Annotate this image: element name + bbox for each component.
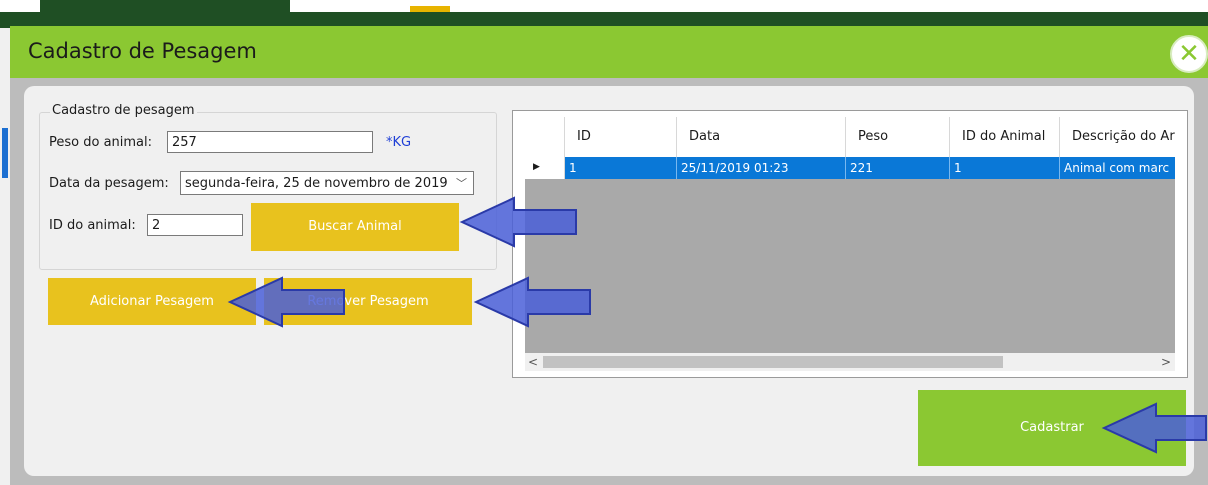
cell-data[interactable]: 25/11/2019 01:23 xyxy=(677,157,846,179)
buscar-animal-button[interactable]: Buscar Animal xyxy=(251,203,459,251)
background-selection-mark xyxy=(2,128,8,178)
peso-input[interactable]: 257 xyxy=(167,131,373,153)
data-pesagem-value: segunda-feira, 25 de novembro de 2019 xyxy=(185,176,448,191)
grid-header: ID Data Peso ID do Animal Descrição do A… xyxy=(525,117,1175,157)
peso-label: Peso do animal: xyxy=(49,135,153,150)
main-panel: Cadastro de pesagem Peso do animal: 257 … xyxy=(24,86,1194,476)
id-animal-input[interactable]: 2 xyxy=(147,214,243,236)
cell-id-animal[interactable]: 1 xyxy=(950,157,1060,179)
horizontal-scrollbar[interactable]: < > xyxy=(525,353,1175,371)
column-header-peso[interactable]: Peso xyxy=(846,117,950,157)
data-label: Data da pesagem: xyxy=(49,176,169,191)
annotation-arrow-icon xyxy=(459,196,577,248)
cadastro-pesagem-groupbox: Cadastro de pesagem Peso do animal: 257 … xyxy=(39,103,497,270)
cell-peso[interactable]: 221 xyxy=(846,157,950,179)
cell-descricao[interactable]: Animal com marc xyxy=(1060,157,1175,179)
scrollbar-thumb[interactable] xyxy=(543,356,1003,368)
pesagem-grid-container: ID Data Peso ID do Animal Descrição do A… xyxy=(512,110,1188,378)
data-pesagem-picker[interactable]: segunda-feira, 25 de novembro de 2019 ﹀ xyxy=(180,171,474,195)
window-title: Cadastro de Pesagem xyxy=(28,39,257,63)
table-row[interactable]: 1 25/11/2019 01:23 221 1 Animal com marc xyxy=(565,157,1175,179)
scroll-right-icon[interactable]: > xyxy=(1161,353,1171,371)
background-left-edge xyxy=(0,28,10,485)
annotation-arrow-icon xyxy=(473,276,591,328)
column-header-id-animal[interactable]: ID do Animal xyxy=(950,117,1060,157)
scroll-left-icon[interactable]: < xyxy=(528,353,538,371)
cell-id[interactable]: 1 xyxy=(565,157,677,179)
column-header-descricao[interactable]: Descrição do Ar xyxy=(1060,117,1175,157)
column-header-id[interactable]: ID xyxy=(565,117,677,157)
chevron-down-icon[interactable]: ﹀ xyxy=(456,172,467,196)
annotation-arrow-icon xyxy=(1101,402,1207,454)
column-header-data[interactable]: Data xyxy=(677,117,846,157)
row-header[interactable]: ▶ xyxy=(525,157,565,179)
current-row-icon: ▶ xyxy=(533,162,540,172)
id-animal-label: ID do animal: xyxy=(49,218,136,233)
adicionar-pesagem-button[interactable]: Adicionar Pesagem xyxy=(48,278,256,325)
title-bar: Cadastro de Pesagem ✕ xyxy=(10,26,1208,78)
pesagem-grid[interactable]: ID Data Peso ID do Animal Descrição do A… xyxy=(525,117,1175,371)
background-accent xyxy=(410,6,450,12)
grid-corner-header xyxy=(525,117,565,157)
cadastro-pesagem-dialog: Cadastro de Pesagem ✕ Cadastro de pesage… xyxy=(10,26,1208,485)
groupbox-title: Cadastro de pesagem xyxy=(50,103,197,118)
peso-unit: *KG xyxy=(386,135,412,150)
annotation-arrow-icon xyxy=(227,276,345,328)
background-header-block xyxy=(40,0,290,12)
close-icon[interactable]: ✕ xyxy=(1170,35,1208,73)
